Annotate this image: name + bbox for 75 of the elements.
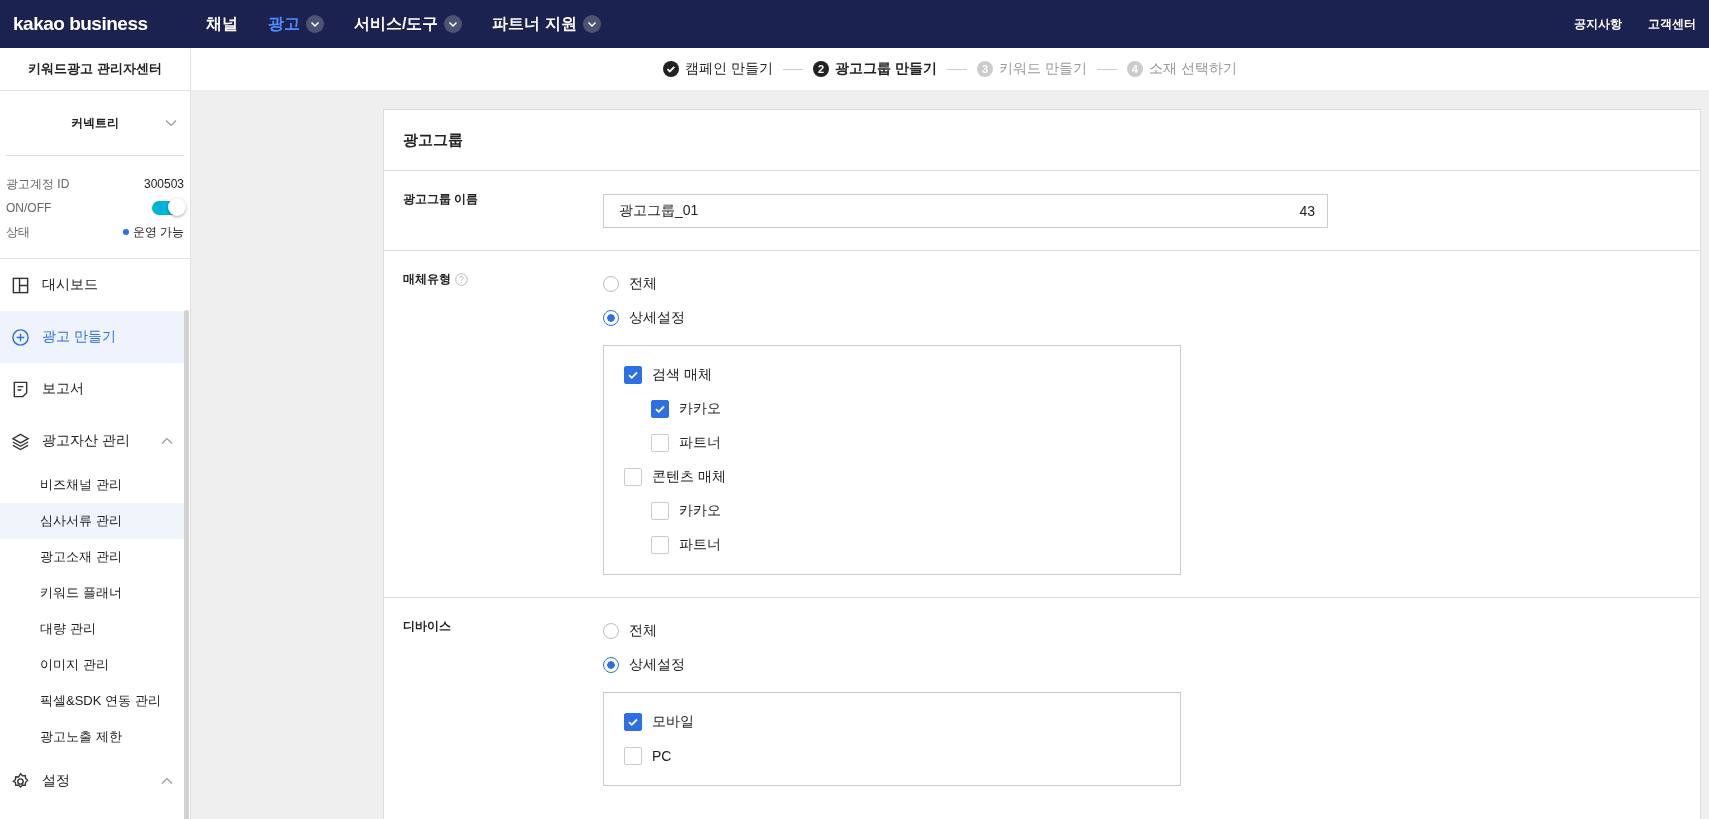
nav-tab[interactable]: 서비스/도구 <box>354 13 463 35</box>
checkbox[interactable] <box>624 713 642 731</box>
radio-button[interactable] <box>603 276 619 292</box>
name-input-field[interactable]: 광고그룹_01 43 <box>603 194 1328 228</box>
info-value: 운영 가능 <box>132 223 184 241</box>
layout-icon <box>11 275 30 295</box>
sidebar-item[interactable]: 광고 만들기 <box>0 311 186 363</box>
checkbox-option[interactable]: 검색 매체 <box>624 358 712 392</box>
info-value: 300503 <box>143 177 184 191</box>
checkbox-option[interactable]: 모바일 <box>624 705 694 739</box>
checkbox-option[interactable]: 카카오 <box>651 494 721 528</box>
status-dot-icon <box>122 229 129 235</box>
card-title: 광고그룹 <box>384 110 1700 171</box>
nav-tab[interactable]: 파트너 지원 <box>492 13 601 35</box>
info-label: ON/OFF <box>6 201 52 215</box>
chevron-icon <box>582 15 601 33</box>
field-label: 광고그룹 이름 <box>403 191 479 208</box>
toggle-switch[interactable] <box>152 201 184 215</box>
checkbox[interactable] <box>624 366 642 384</box>
sidebar-item[interactable]: 설정 <box>0 755 186 807</box>
nav-tab[interactable]: 채널 <box>206 13 238 35</box>
sidebar-item[interactable]: 대시보드 <box>0 259 186 311</box>
sidebar-subitem[interactable]: 이미지 관리 <box>0 647 186 683</box>
settings-icon <box>11 771 30 791</box>
radio-option[interactable]: 전체 <box>603 267 657 301</box>
sidebar-subitem[interactable]: 광고노출 제한 <box>0 719 186 755</box>
checkbox-option[interactable]: 파트너 <box>651 528 721 562</box>
checkbox-option[interactable]: 콘텐츠 매체 <box>624 460 726 494</box>
checkbox[interactable] <box>651 536 669 554</box>
checkbox[interactable] <box>651 400 669 418</box>
step-label: 소재 선택하기 <box>1148 60 1237 78</box>
sidebar-subitem[interactable]: 광고소재 관리 <box>0 539 186 575</box>
plus-circle-icon <box>11 327 30 347</box>
radio-button[interactable] <box>603 657 619 673</box>
sidebar-subitem[interactable]: 키워드 플래너 <box>0 575 186 611</box>
field-label: 매체유형 <box>403 271 451 288</box>
header-link[interactable]: 공지사항 <box>1574 15 1622 33</box>
radio-option[interactable]: 상세설정 <box>603 301 685 335</box>
nav-tab[interactable]: 광고 <box>268 13 324 35</box>
checkbox-option[interactable]: 카카오 <box>651 392 721 426</box>
sidebar-title: 키워드광고 관리자센터 <box>0 48 190 91</box>
step-label: 키워드 만들기 <box>999 60 1087 78</box>
header-link[interactable]: 고객센터 <box>1648 15 1696 33</box>
chevron-icon <box>444 15 463 33</box>
checkbox-option[interactable]: 파트너 <box>651 426 721 460</box>
logo[interactable]: kakao business <box>13 13 193 35</box>
checkbox[interactable] <box>651 434 669 452</box>
radio-button[interactable] <box>603 310 619 326</box>
scrollbar[interactable] <box>184 310 189 819</box>
check-circle-icon <box>663 61 680 77</box>
character-count: 43 <box>1299 203 1315 219</box>
step-label: 광고그룹 만들기 <box>835 60 937 78</box>
sidebar-item[interactable]: 보고서 <box>0 363 186 415</box>
radio-option[interactable]: 전체 <box>603 614 657 648</box>
step-label: 캠페인 만들기 <box>685 60 774 78</box>
checkbox-option[interactable]: PC <box>624 739 672 773</box>
radio-button[interactable] <box>603 623 619 639</box>
info-label: 상태 <box>6 223 30 241</box>
field-label: 디바이스 <box>403 618 451 635</box>
step-number: 2 <box>813 61 830 77</box>
account-selector[interactable]: 커넥트리 <box>6 91 184 156</box>
help-icon[interactable] <box>455 273 468 286</box>
chevron-icon <box>306 15 324 33</box>
layers-icon <box>11 431 30 451</box>
sidebar-subitem[interactable]: 픽셀&SDK 연동 관리 <box>0 683 186 719</box>
sidebar-subitem[interactable]: 비즈채널 관리 <box>0 467 186 503</box>
checkbox[interactable] <box>624 747 642 765</box>
checkbox[interactable] <box>651 502 669 520</box>
checkbox[interactable] <box>624 468 642 486</box>
document-icon <box>11 379 30 399</box>
radio-option[interactable]: 상세설정 <box>603 648 685 682</box>
sidebar-item[interactable]: 광고자산 관리 <box>0 415 186 467</box>
sidebar-subitem[interactable]: 심사서류 관리 <box>0 503 186 539</box>
info-label: 광고계정 ID <box>6 175 70 193</box>
sidebar-subitem[interactable]: 대량 관리 <box>0 611 186 647</box>
